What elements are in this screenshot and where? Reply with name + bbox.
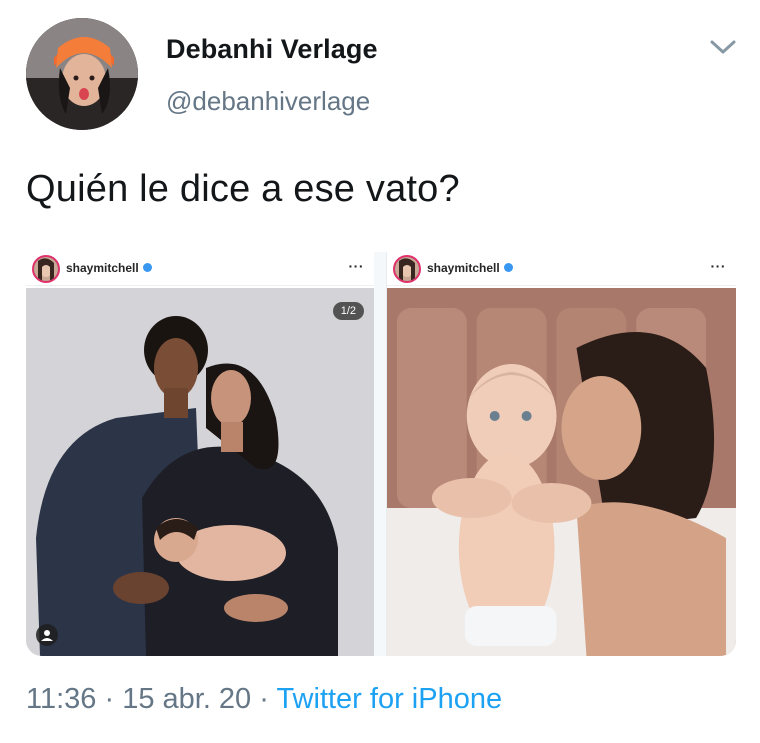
tweet-meta: 11:36 · 15 abr. 20 · Twitter for iPhone [26, 683, 502, 716]
tweet-text: Quién le dice a ese vato? [26, 168, 460, 210]
ig-avatar [32, 255, 60, 283]
ig-post-header: shaymitchell ··· [387, 252, 736, 286]
user-tag-icon [36, 624, 58, 646]
family-photo [26, 288, 374, 656]
media-image-left[interactable]: shaymitchell ··· 1/2 [26, 252, 374, 656]
ig-more-icon: ··· [710, 258, 726, 274]
chevron-down-icon[interactable] [706, 36, 740, 60]
ig-username: shaymitchell [66, 261, 152, 275]
mother-baby-photo [387, 288, 736, 656]
author-name[interactable]: Debanhi Verlage [166, 34, 378, 65]
ig-post-header: shaymitchell ··· [26, 252, 374, 286]
verified-badge-icon [142, 263, 152, 273]
timestamp[interactable]: 11:36 · 15 abr. 20 · [26, 683, 276, 715]
tweet-media[interactable]: shaymitchell ··· 1/2 shaymitchell ··· [26, 252, 736, 656]
media-image-right[interactable]: shaymitchell ··· [386, 252, 736, 656]
tweet: Debanhi Verlage @debanhiverlage Quién le… [0, 0, 760, 743]
ig-avatar [393, 255, 421, 283]
author-avatar[interactable] [26, 18, 138, 130]
ig-username: shaymitchell [427, 261, 513, 275]
carousel-counter: 1/2 [332, 302, 364, 320]
verified-badge-icon [503, 263, 513, 273]
author-handle[interactable]: @debanhiverlage [166, 86, 370, 117]
ig-more-icon: ··· [348, 258, 364, 274]
source-link[interactable]: Twitter for iPhone [276, 683, 502, 715]
